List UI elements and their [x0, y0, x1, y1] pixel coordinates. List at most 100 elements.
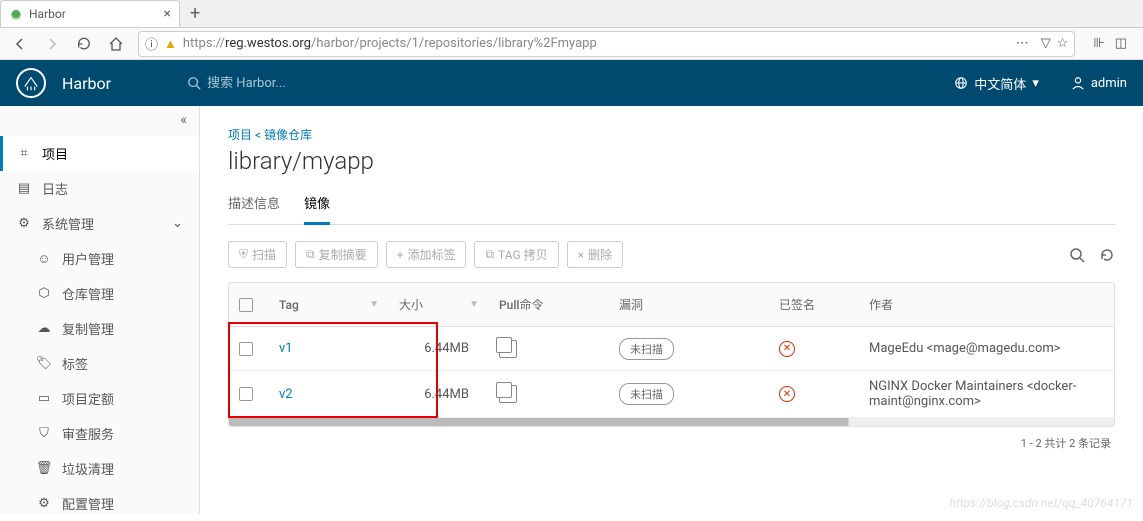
library-icon[interactable]: ⊪	[1093, 36, 1104, 51]
language-selector[interactable]: 中文简体 ▾	[954, 74, 1039, 93]
page-title: library/myapp	[228, 147, 1115, 175]
sidebar-item-logs[interactable]: ▤ 日志	[0, 171, 199, 206]
watermark: https://blog.csdn.net/qq_40764171	[949, 496, 1133, 510]
sidebar-item-users[interactable]: ☺用户管理	[0, 241, 199, 276]
language-label: 中文简体	[974, 74, 1026, 93]
url-bar[interactable]: ⓘ ▲ https://reg.westos.org/harbor/projec…	[138, 31, 1075, 57]
copy-icon: ⧉	[485, 247, 494, 262]
bookmark-icon[interactable]: ☆	[1057, 36, 1069, 51]
collapse-sidebar-button[interactable]: «	[180, 112, 187, 128]
tab-title: Harbor	[29, 7, 66, 21]
not-signed-icon: ✕	[779, 341, 795, 357]
author-cell: NGINX Docker Maintainers <docker-maint@n…	[859, 371, 1114, 417]
logs-icon: ▤	[16, 181, 32, 196]
col-vuln: 漏洞	[609, 288, 769, 321]
harbor-logo-icon[interactable]	[16, 68, 46, 98]
scan-button[interactable]: ⛨扫描	[228, 241, 287, 268]
search-icon[interactable]	[1069, 247, 1085, 263]
sidebar-item-gc[interactable]: 🗑垃圾清理	[0, 451, 199, 486]
search-input[interactable]	[207, 76, 407, 91]
col-size[interactable]: 大小▼	[389, 288, 489, 321]
copy-digest-button[interactable]: ⧉复制摘要	[295, 241, 378, 268]
close-icon[interactable]: ×	[164, 6, 171, 22]
row-checkbox[interactable]	[239, 342, 253, 356]
info-icon[interactable]: ⓘ	[145, 34, 158, 53]
tag-link[interactable]: v1	[279, 341, 293, 356]
browser-tab-strip: ◉ Harbor × +	[0, 0, 1143, 28]
globe-icon	[954, 76, 968, 90]
tags-table: Tag▼ 大小▼ Pull命令 漏洞 已签名 作者 v1 6.44MB 未扫描 …	[228, 282, 1115, 427]
table-header: Tag▼ 大小▼ Pull命令 漏洞 已签名 作者	[229, 283, 1114, 327]
pocket-icon[interactable]: ▽	[1041, 36, 1051, 51]
sidebar-item-interrogation[interactable]: ⛉审查服务	[0, 416, 199, 451]
sidebar: « ⌗ 项目 ▤ 日志 ⚙ 系统管理 ⌄ ☺用户管理 ⬡仓库管理 ☁复制管理 🏷…	[0, 106, 200, 514]
plus-icon: +	[397, 248, 404, 262]
horizontal-scrollbar[interactable]	[229, 418, 1114, 426]
refresh-icon[interactable]	[1099, 247, 1115, 263]
home-button[interactable]	[102, 30, 130, 58]
author-cell: MageEdu <mage@magedu.com>	[859, 333, 1114, 364]
user-icon	[1071, 76, 1085, 90]
sidebar-item-admin[interactable]: ⚙ 系统管理 ⌄	[0, 206, 199, 241]
search-icon	[187, 76, 201, 90]
col-tag[interactable]: Tag▼	[269, 290, 389, 320]
pagination-text: 1 - 2 共计 2 条记录	[228, 427, 1115, 459]
sidebar-item-label: 日志	[42, 179, 68, 198]
global-search[interactable]	[187, 76, 407, 91]
sidebar-item-quotas[interactable]: ▭项目定额	[0, 381, 199, 416]
sidebar-item-replication[interactable]: ☁复制管理	[0, 311, 199, 346]
app-title: Harbor	[62, 74, 111, 93]
url-text: https://reg.westos.org/harbor/projects/1…	[183, 36, 1010, 51]
reload-button[interactable]	[70, 30, 98, 58]
more-icon[interactable]: ⋯	[1016, 36, 1029, 51]
close-icon: ×	[578, 248, 584, 262]
tag-copy-button[interactable]: ⧉TAG 拷贝	[474, 241, 558, 268]
user-menu[interactable]: admin	[1071, 76, 1127, 91]
app-header: Harbor 中文简体 ▾ admin	[0, 60, 1143, 106]
filter-icon[interactable]: ▼	[469, 299, 479, 310]
content-area: 项目 < 镜像仓库 library/myapp 描述信息 镜像 ⛨扫描 ⧉复制摘…	[200, 106, 1143, 514]
sidebar-item-labels[interactable]: 🏷标签	[0, 346, 199, 381]
lock-icon[interactable]: ▲	[164, 36, 177, 52]
copy-icon: ⧉	[306, 247, 315, 262]
tag-link[interactable]: v2	[279, 387, 293, 402]
breadcrumb-project[interactable]: 项目	[228, 128, 252, 142]
tab-images[interactable]: 镜像	[304, 187, 330, 225]
sidebar-item-config[interactable]: ⚙配置管理	[0, 486, 199, 521]
back-button[interactable]	[6, 30, 34, 58]
sidebar-item-projects[interactable]: ⌗ 项目	[0, 136, 199, 171]
shield-icon: ⛉	[36, 426, 52, 441]
browser-toolbar: ⓘ ▲ https://reg.westos.org/harbor/projec…	[0, 28, 1143, 60]
chevron-down-icon: ⌄	[172, 216, 183, 231]
sidebar-item-label: 系统管理	[42, 214, 94, 233]
breadcrumb-repo[interactable]: 镜像仓库	[264, 128, 312, 142]
copy-pull-command-button[interactable]	[499, 385, 517, 403]
quota-icon: ▭	[36, 391, 52, 406]
not-signed-icon: ✕	[779, 386, 795, 402]
tab-info[interactable]: 描述信息	[228, 187, 280, 224]
delete-button[interactable]: ×删除	[567, 241, 623, 268]
copy-pull-command-button[interactable]	[499, 340, 517, 358]
col-signed: 已签名	[769, 288, 859, 321]
gear-icon: ⚙	[36, 496, 52, 511]
table-row: v1 6.44MB 未扫描 ✕ MageEdu <mage@magedu.com…	[229, 327, 1114, 371]
new-tab-button[interactable]: +	[180, 3, 210, 24]
forward-button[interactable]	[38, 30, 66, 58]
users-icon: ☺	[36, 251, 52, 267]
trash-icon: 🗑	[36, 461, 52, 476]
size-cell: 6.44MB	[389, 379, 489, 410]
sidebar-item-label: 项目	[42, 144, 68, 163]
add-labels-button[interactable]: +添加标签	[386, 241, 467, 268]
table-row: v2 6.44MB 未扫描 ✕ NGINX Docker Maintainers…	[229, 371, 1114, 418]
label-icon: 🏷	[36, 356, 52, 371]
sidebar-icon[interactable]: ◫	[1115, 36, 1127, 51]
projects-icon: ⌗	[16, 146, 32, 161]
browser-tab[interactable]: ◉ Harbor ×	[0, 0, 180, 27]
select-all-checkbox[interactable]	[239, 298, 253, 312]
row-checkbox[interactable]	[239, 387, 253, 401]
filter-icon[interactable]: ▼	[369, 299, 379, 310]
toolbar: ⛨扫描 ⧉复制摘要 +添加标签 ⧉TAG 拷贝 ×删除	[228, 241, 1115, 268]
vuln-badge: 未扫描	[619, 383, 674, 405]
breadcrumb: 项目 < 镜像仓库	[228, 126, 1115, 143]
sidebar-item-registries[interactable]: ⬡仓库管理	[0, 276, 199, 311]
